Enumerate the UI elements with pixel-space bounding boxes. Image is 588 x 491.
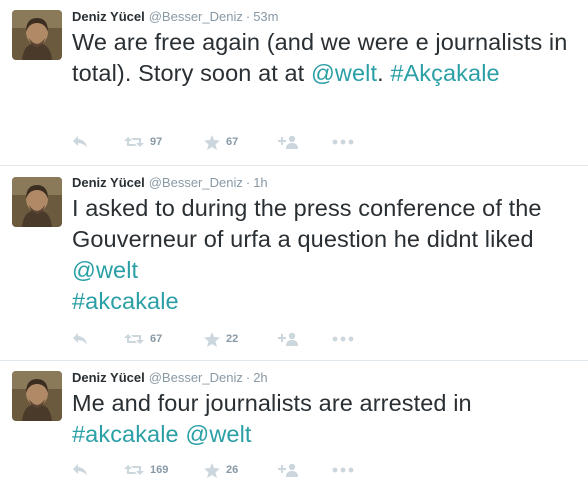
avatar[interactable]	[12, 177, 62, 227]
reply-icon	[73, 464, 87, 476]
timestamp[interactable]: 2h	[253, 370, 267, 385]
author-name[interactable]: Deniz Yücel	[72, 370, 145, 385]
retweet-icon	[124, 137, 144, 147]
more-button[interactable]	[332, 132, 354, 152]
reply-button[interactable]	[72, 460, 88, 480]
author-name[interactable]: Deniz Yücel	[72, 175, 145, 190]
add-user-icon	[278, 463, 298, 477]
follow-button[interactable]	[278, 460, 298, 480]
author-handle[interactable]: @Besser_Deniz	[149, 370, 243, 385]
tweet[interactable]: Deniz Yücel @Besser_Deniz · 53m We are free…	[0, 0, 588, 166]
retweet-icon	[124, 334, 144, 344]
more-icon	[332, 139, 354, 145]
separator: ·	[245, 175, 251, 190]
star-icon	[204, 331, 220, 347]
retweet-button[interactable]: 67	[124, 329, 162, 349]
add-user-icon	[278, 332, 298, 346]
favorite-count: 67	[226, 136, 239, 148]
hashtag-link[interactable]: #akcakale	[72, 421, 179, 447]
tweet-actions: 97 67	[72, 132, 392, 152]
timestamp[interactable]: 1h	[253, 175, 267, 190]
tweet-text-segment: I asked to during the press conference o…	[72, 195, 542, 252]
mention-link[interactable]: @welt	[185, 421, 251, 447]
more-button[interactable]	[332, 460, 354, 480]
tweet[interactable]: Deniz Yücel @Besser_Deniz · 2h Me and four …	[0, 361, 588, 491]
avatar[interactable]	[12, 10, 62, 60]
tweet-text: I asked to during the press conference o…	[72, 193, 584, 317]
tweet-header: Deniz Yücel @Besser_Deniz · 53m	[72, 9, 279, 25]
author-name[interactable]: Deniz Yücel	[72, 9, 145, 24]
tweet-actions: 169 26	[72, 460, 392, 480]
tweet-text-segment: Me and four journalists are arrested in	[72, 390, 472, 416]
tweet-header: Deniz Yücel @Besser_Deniz · 2h	[72, 370, 268, 386]
mention-link[interactable]: @welt	[72, 257, 138, 283]
reply-icon	[73, 136, 87, 148]
timestamp[interactable]: 53m	[253, 9, 278, 24]
tweet[interactable]: Deniz Yücel @Besser_Deniz · 1h I asked to d…	[0, 166, 588, 361]
retweet-button[interactable]: 169	[124, 460, 168, 480]
follow-button[interactable]	[278, 329, 298, 349]
more-icon	[332, 336, 354, 342]
separator: ·	[245, 9, 251, 24]
retweet-count: 97	[150, 136, 163, 148]
reply-icon	[73, 333, 87, 345]
retweet-icon	[124, 465, 144, 475]
favorite-count: 22	[226, 333, 239, 345]
retweet-count: 67	[150, 333, 163, 345]
more-button[interactable]	[332, 329, 354, 349]
add-user-icon	[278, 135, 298, 149]
tweet-text-segment: .	[377, 60, 391, 86]
more-icon	[332, 467, 354, 473]
tweet-text: We are free again (and we were e journal…	[72, 27, 584, 89]
author-handle[interactable]: @Besser_Deniz	[149, 9, 243, 24]
retweet-count: 169	[150, 464, 169, 476]
retweet-button[interactable]: 97	[124, 132, 162, 152]
author-handle[interactable]: @Besser_Deniz	[149, 175, 243, 190]
star-icon	[204, 462, 220, 478]
favorite-button[interactable]: 26	[204, 460, 238, 480]
hashtag-link[interactable]: #akcakale	[72, 288, 179, 314]
tweet-actions: 67 22	[72, 329, 392, 349]
hashtag-link[interactable]: #Akçakale	[390, 60, 499, 86]
favorite-button[interactable]: 67	[204, 132, 238, 152]
favorite-count: 26	[226, 464, 239, 476]
follow-button[interactable]	[278, 132, 298, 152]
separator: ·	[245, 370, 251, 385]
reply-button[interactable]	[72, 329, 88, 349]
mention-link[interactable]: @welt	[311, 60, 377, 86]
tweet-text: Me and four journalists are arrested in …	[72, 388, 584, 450]
favorite-button[interactable]: 22	[204, 329, 238, 349]
tweet-header: Deniz Yücel @Besser_Deniz · 1h	[72, 175, 268, 191]
avatar[interactable]	[12, 371, 62, 421]
star-icon	[204, 134, 220, 150]
reply-button[interactable]	[72, 132, 88, 152]
